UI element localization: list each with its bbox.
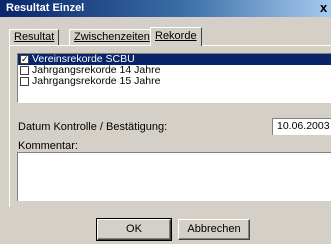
resultat-einzel-dialog: Resultat Einzel x Resultat Zwischenzeite… <box>0 0 331 244</box>
checkbox-jahrgang-14[interactable] <box>20 66 29 75</box>
cancel-button[interactable]: Abbrechen <box>178 219 250 240</box>
comment-label: Kommentar: <box>18 140 78 152</box>
close-icon[interactable]: x <box>320 0 330 17</box>
checkbox-jahrgang-15[interactable] <box>20 77 29 86</box>
tab-zwischenzeiten-label: Zwischenzeiten <box>74 31 150 43</box>
tab-rekorde[interactable]: Rekorde <box>150 27 202 46</box>
comment-textarea[interactable] <box>17 152 331 201</box>
tab-resultat[interactable]: Resultat <box>9 29 60 45</box>
tab-resultat-label: Resultat <box>14 31 55 43</box>
records-checklist[interactable]: ✓ Vereinsrekorde SCBU Jahrgangsrekorde 1… <box>17 53 331 103</box>
title-bar[interactable]: Resultat Einzel x <box>0 0 331 17</box>
window-title: Resultat Einzel <box>6 2 85 14</box>
date-label: Datum Kontrolle / Bestätigung: <box>18 121 168 133</box>
checkbox-vereinsrekorde[interactable]: ✓ <box>20 55 29 64</box>
tab-rekorde-label: Rekorde <box>155 30 197 42</box>
tab-zwischenzeiten[interactable]: Zwischenzeiten <box>69 29 155 45</box>
date-field[interactable]: 10.06.2003 <box>272 118 331 135</box>
ok-button[interactable]: OK <box>96 218 172 241</box>
list-item-label: Jahrgangsrekorde 15 Jahre <box>32 75 161 87</box>
list-item-jahrgang-15[interactable]: Jahrgangsrekorde 15 Jahre <box>18 76 331 87</box>
